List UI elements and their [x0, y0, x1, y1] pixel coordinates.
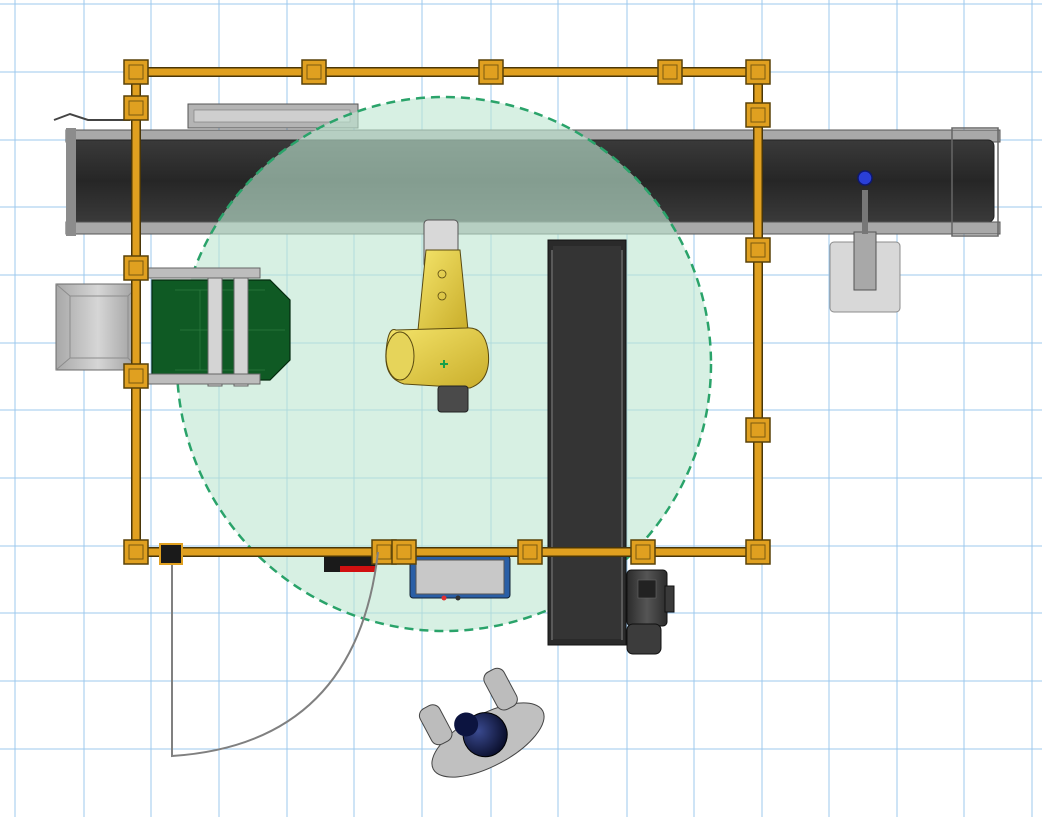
fence-post: [123, 59, 149, 85]
control-cabinet: [409, 555, 511, 601]
pallet-station: [55, 267, 291, 387]
fence-post: [123, 363, 149, 389]
fence-post: [745, 102, 771, 128]
fence-post: [745, 417, 771, 443]
fence-post: [123, 95, 149, 121]
fence-post: [123, 539, 149, 565]
fence-post: [517, 539, 543, 565]
fence-post: [745, 539, 771, 565]
outfeed-conveyor: [547, 239, 627, 646]
fence-post: [745, 237, 771, 263]
fence-post: [478, 59, 504, 85]
fence-post: [745, 59, 771, 85]
fence-post: [301, 59, 327, 85]
layout-canvas: [0, 0, 1042, 817]
operator: [418, 667, 545, 778]
motor: [626, 569, 675, 655]
fence-post: [391, 539, 417, 565]
workcell-layout: [0, 0, 1042, 817]
fence-post: [630, 539, 656, 565]
fence-post: [123, 255, 149, 281]
fence-post: [657, 59, 683, 85]
light-curtain: [324, 556, 376, 572]
